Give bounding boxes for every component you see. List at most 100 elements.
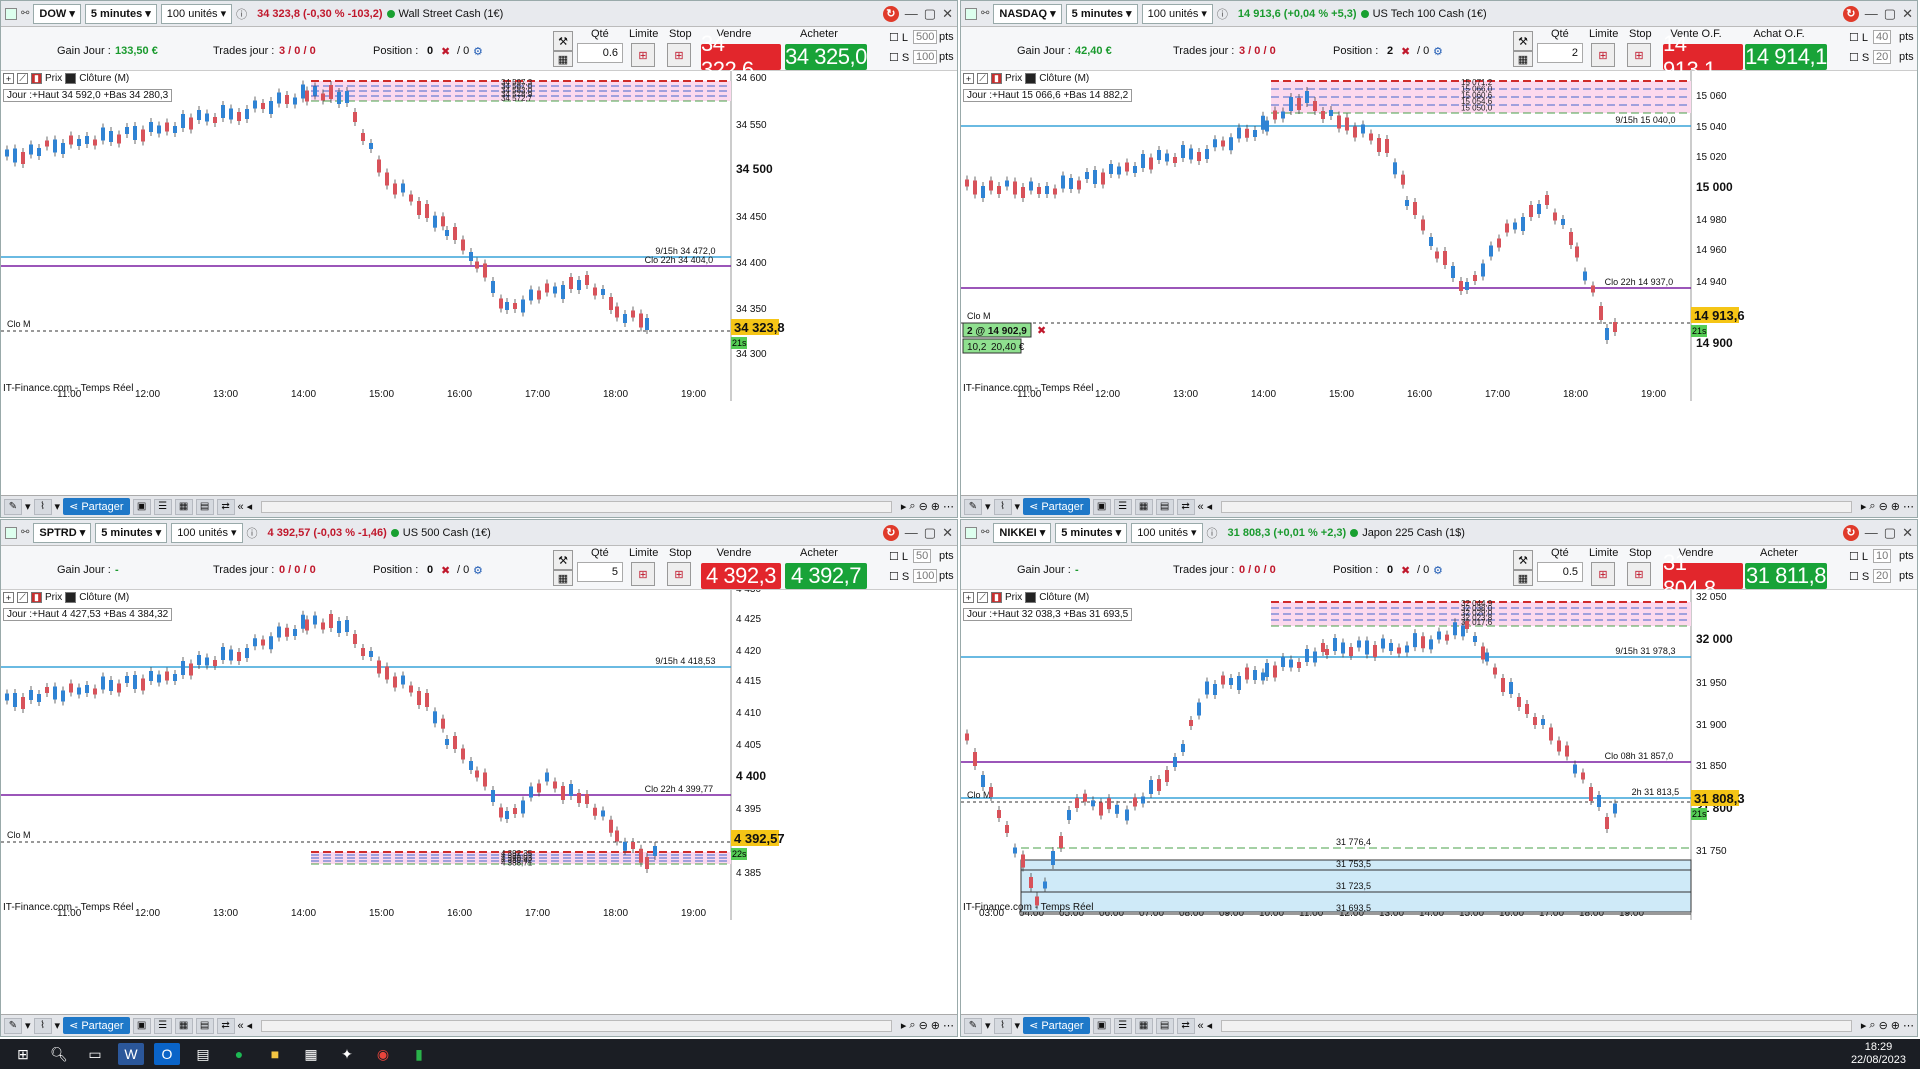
screenshot-icon[interactable]: ▣: [1092, 498, 1111, 515]
indicator-icon[interactable]: ⟋: [977, 73, 988, 84]
scroll-prev-icon[interactable]: ◂: [1207, 500, 1213, 513]
chart-type-icon[interactable]: ⌇: [993, 498, 1012, 515]
qty-input[interactable]: 0.5: [1537, 562, 1583, 582]
add-icon[interactable]: +: [963, 592, 974, 603]
dropdown-icon[interactable]: ▾: [55, 1019, 61, 1032]
price-chart[interactable]: 15 080 15 060 15 040 15 020 15 000 14 980 14 9…: [961, 63, 1917, 481]
limit-order-button[interactable]: ⊞: [631, 43, 655, 67]
chart-type-icon[interactable]: ⌇: [33, 1017, 52, 1034]
compare-icon[interactable]: ⇄: [1176, 1017, 1195, 1034]
tool-icon[interactable]: ⚒: [1513, 550, 1533, 570]
grid-icon[interactable]: ▦: [174, 498, 193, 515]
app-icon[interactable]: ✦: [334, 1043, 360, 1065]
calculator-icon[interactable]: ▦: [553, 570, 573, 586]
scroll-next-icon[interactable]: ▸: [901, 500, 907, 513]
sell-button[interactable]: 4 392,3: [701, 563, 781, 589]
info-icon[interactable]: ⓘ: [247, 525, 258, 541]
zoom-out-icon[interactable]: ⊖: [919, 1019, 928, 1032]
maximize-icon[interactable]: ▢: [924, 525, 936, 541]
chrome-icon[interactable]: ◉: [370, 1043, 396, 1065]
short-pts-input[interactable]: 20: [1873, 569, 1892, 583]
calculator-icon[interactable]: ▦: [1513, 51, 1533, 67]
close-position-icon[interactable]: ✖: [441, 45, 450, 58]
units-select[interactable]: 100 unités ▾: [1131, 522, 1203, 543]
price-series-icon[interactable]: ▮: [991, 73, 1002, 84]
settings-icon[interactable]: ⚙: [1433, 45, 1443, 58]
sell-button[interactable]: 34 322,6: [701, 31, 781, 82]
short-checkbox[interactable]: ☐ S: [889, 51, 909, 64]
stop-order-button[interactable]: ⊞: [1627, 43, 1651, 67]
add-icon[interactable]: +: [963, 73, 974, 84]
trading-app-icon[interactable]: ▮: [406, 1043, 432, 1065]
zoom-fit-icon[interactable]: ⌕: [1869, 1019, 1875, 1032]
price-chart[interactable]: 34 600 34 550 34 500 34 450 34 400 34 350 34 3…: [1, 71, 957, 481]
close-icon[interactable]: ✕: [1902, 6, 1913, 22]
scroll-next-icon[interactable]: ▸: [1861, 1019, 1867, 1032]
close-series-icon[interactable]: [65, 73, 77, 84]
maximize-icon[interactable]: ▢: [1884, 6, 1896, 22]
timeframe-select[interactable]: 5 minutes ▾: [84, 3, 157, 24]
add-icon[interactable]: +: [3, 592, 14, 603]
draw-tool-icon[interactable]: ✎: [4, 498, 22, 515]
tool-icon[interactable]: ⚒: [553, 550, 573, 570]
limit-order-button[interactable]: ⊞: [1591, 562, 1615, 586]
symbol-select[interactable]: DOW ▾: [33, 3, 81, 24]
minimize-icon[interactable]: —: [905, 6, 918, 21]
scroll-prev-icon[interactable]: ◂: [247, 500, 253, 513]
windows-start-icon[interactable]: ⊞: [10, 1043, 36, 1065]
outlook-icon[interactable]: O: [154, 1043, 180, 1065]
close-icon[interactable]: ✕: [1902, 525, 1913, 541]
maximize-icon[interactable]: ▢: [1884, 525, 1896, 541]
dropdown-icon[interactable]: ▾: [985, 500, 991, 513]
grid-icon[interactable]: ▦: [174, 1017, 193, 1034]
zoom-in-icon[interactable]: ⊕: [1891, 500, 1900, 513]
close-series-icon[interactable]: [65, 592, 77, 603]
short-checkbox[interactable]: ☐ S: [1849, 51, 1869, 64]
taskbar-clock[interactable]: 18:29 22/08/2023: [1851, 1041, 1920, 1067]
close-icon[interactable]: ✕: [942, 6, 953, 22]
spotify-icon[interactable]: ●: [226, 1043, 252, 1065]
screenshot-icon[interactable]: ▣: [132, 1017, 151, 1034]
indicator-icon[interactable]: ⟋: [977, 592, 988, 603]
calculator-icon[interactable]: ▦: [1513, 570, 1533, 586]
long-checkbox[interactable]: ☐ L: [889, 31, 908, 44]
sell-button[interactable]: 14 913,1: [1663, 31, 1743, 82]
window-icon[interactable]: ▤: [1155, 1017, 1174, 1034]
close-position-icon[interactable]: ✖: [441, 564, 450, 577]
price-series-icon[interactable]: ▮: [31, 73, 42, 84]
info-icon[interactable]: ⓘ: [236, 6, 247, 22]
symbol-select[interactable]: NIKKEI ▾: [993, 522, 1052, 543]
window-icon[interactable]: ▤: [1155, 498, 1174, 515]
list-icon[interactable]: ☰: [153, 1017, 172, 1034]
share-button[interactable]: ⋖ Partager: [63, 1017, 130, 1034]
timeframe-select[interactable]: 5 minutes ▾: [1055, 522, 1128, 543]
stop-order-button[interactable]: ⊞: [1627, 562, 1651, 586]
compare-icon[interactable]: ⇄: [216, 498, 235, 515]
scroll-next-icon[interactable]: ▸: [901, 1019, 907, 1032]
zoom-out-icon[interactable]: ⊖: [1879, 1019, 1888, 1032]
close-position-icon[interactable]: ✖: [1401, 564, 1410, 577]
minimize-icon[interactable]: —: [1865, 525, 1878, 540]
close-series-icon[interactable]: [1025, 73, 1037, 84]
share-button[interactable]: ⋖ Partager: [1023, 498, 1090, 515]
info-icon[interactable]: ⓘ: [1207, 525, 1218, 541]
tool-icon[interactable]: ⚒: [1513, 31, 1533, 51]
draw-tool-icon[interactable]: ✎: [964, 1017, 982, 1034]
close-icon[interactable]: ✕: [942, 525, 953, 541]
dropdown-icon[interactable]: ▾: [985, 1019, 991, 1032]
indicator-icon[interactable]: ⟋: [17, 73, 28, 84]
screenshot-icon[interactable]: ▣: [1092, 1017, 1111, 1034]
short-checkbox[interactable]: ☐ S: [1849, 570, 1869, 583]
window-icon[interactable]: ▤: [195, 1017, 214, 1034]
chart-type-icon[interactable]: ⌇: [33, 498, 52, 515]
share-button[interactable]: ⋖ Partager: [1023, 1017, 1090, 1034]
scroll-prev-icon[interactable]: ◂: [247, 1019, 253, 1032]
list-icon[interactable]: ☰: [1113, 1017, 1132, 1034]
add-icon[interactable]: +: [3, 73, 14, 84]
zoom-in-icon[interactable]: ⊕: [1891, 1019, 1900, 1032]
chart-scrollbar[interactable]: [261, 500, 892, 513]
stop-order-button[interactable]: ⊞: [667, 43, 691, 67]
units-select[interactable]: 100 unités ▾: [160, 3, 233, 24]
limit-order-button[interactable]: ⊞: [1591, 43, 1615, 67]
symbol-select[interactable]: NASDAQ ▾: [993, 3, 1062, 24]
